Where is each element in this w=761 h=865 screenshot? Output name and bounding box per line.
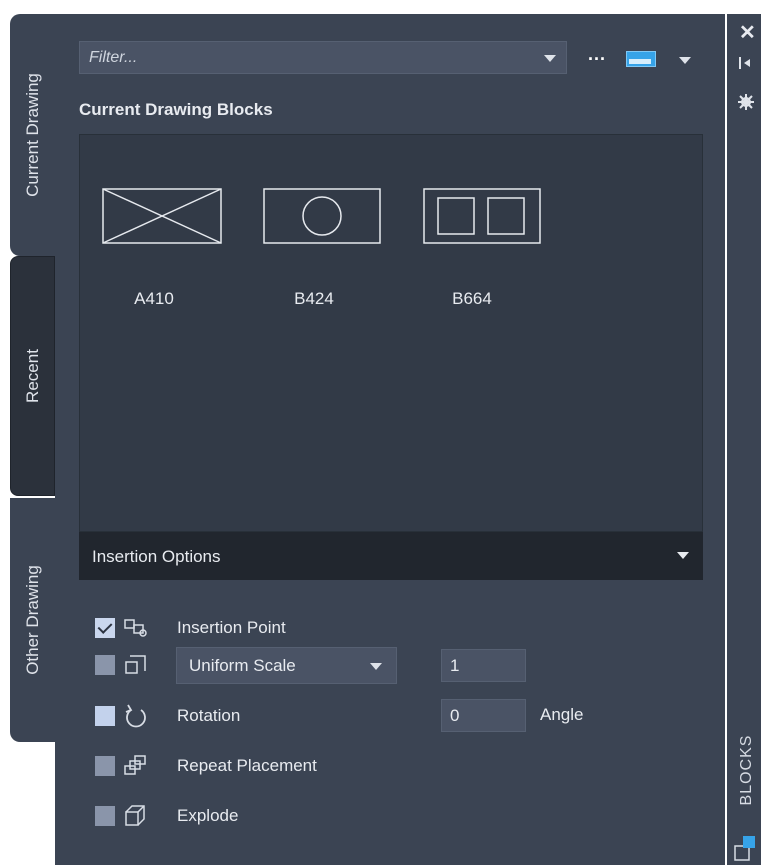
section-title: Current Drawing Blocks — [79, 100, 273, 119]
repeat-placement-label: Repeat Placement — [177, 756, 317, 775]
rotation-icon — [125, 704, 146, 728]
insertion-options-title: Insertion Options — [92, 547, 221, 566]
filter-dropdown-chevron-icon[interactable] — [544, 55, 556, 62]
tab-recent-label: Recent — [22, 349, 42, 403]
block-label: A410 — [134, 289, 174, 308]
blocks-panel: Filter... ... Current Drawing Blocks A41… — [55, 14, 725, 865]
tab-current-drawing-label: Current Drawing — [22, 73, 42, 197]
tab-other-drawing[interactable]: Other Drawing — [10, 498, 55, 742]
explode-checkbox[interactable] — [95, 806, 115, 826]
palette-title: BLOCKS — [738, 734, 755, 806]
rectangle-with-cross-icon — [102, 188, 222, 244]
insertion-point-checkbox[interactable] — [95, 618, 115, 638]
block-item-a410[interactable]: A410 — [84, 175, 224, 325]
filter-placeholder: Filter... — [89, 49, 138, 66]
rotation-value-input[interactable]: 0 — [441, 699, 526, 732]
thumbnail-view-icon[interactable] — [626, 51, 656, 67]
block-item-b424[interactable]: B424 — [244, 175, 384, 325]
scale-mode-select[interactable]: Uniform Scale — [176, 647, 397, 684]
angle-unit-label: Angle — [540, 705, 584, 724]
scale-checkbox[interactable] — [95, 655, 115, 675]
block-label: B424 — [294, 289, 334, 308]
scale-mode-value: Uniform Scale — [189, 656, 296, 675]
tab-other-drawing-label: Other Drawing — [22, 565, 42, 675]
filter-input[interactable]: Filter... — [79, 41, 567, 74]
blocks-gallery: A410 B424 B664 — [79, 134, 703, 532]
rotation-label: Rotation — [177, 706, 241, 725]
explode-icon — [125, 805, 145, 826]
rotation-checkbox[interactable] — [95, 706, 115, 726]
block-label: B664 — [452, 289, 492, 308]
blocks-palette-icon — [734, 836, 755, 861]
view-options-chevron-icon[interactable] — [679, 57, 691, 64]
chevron-down-icon — [370, 663, 382, 670]
properties-icon[interactable] — [737, 93, 755, 111]
tab-current-drawing[interactable]: Current Drawing — [10, 14, 55, 256]
rectangle-with-circle-icon — [263, 188, 381, 244]
explode-label: Explode — [177, 806, 239, 825]
tab-recent[interactable]: Recent — [10, 256, 55, 496]
scale-value-input[interactable]: 1 — [441, 649, 526, 682]
close-icon[interactable]: ✕ — [739, 20, 756, 45]
repeat-placement-checkbox[interactable] — [95, 756, 115, 776]
rectangle-with-two-squares-icon — [423, 188, 541, 244]
insertion-point-label: Insertion Point — [177, 618, 286, 637]
auto-hide-icon[interactable] — [738, 56, 754, 70]
insertion-options-header[interactable]: Insertion Options — [79, 532, 703, 580]
block-item-b664[interactable]: B664 — [402, 175, 542, 325]
repeat-placement-icon — [124, 755, 146, 775]
browse-more-button[interactable]: ... — [588, 44, 606, 65]
insertion-point-icon — [124, 619, 147, 637]
chevron-down-icon[interactable] — [677, 552, 689, 559]
scale-icon — [125, 655, 146, 674]
